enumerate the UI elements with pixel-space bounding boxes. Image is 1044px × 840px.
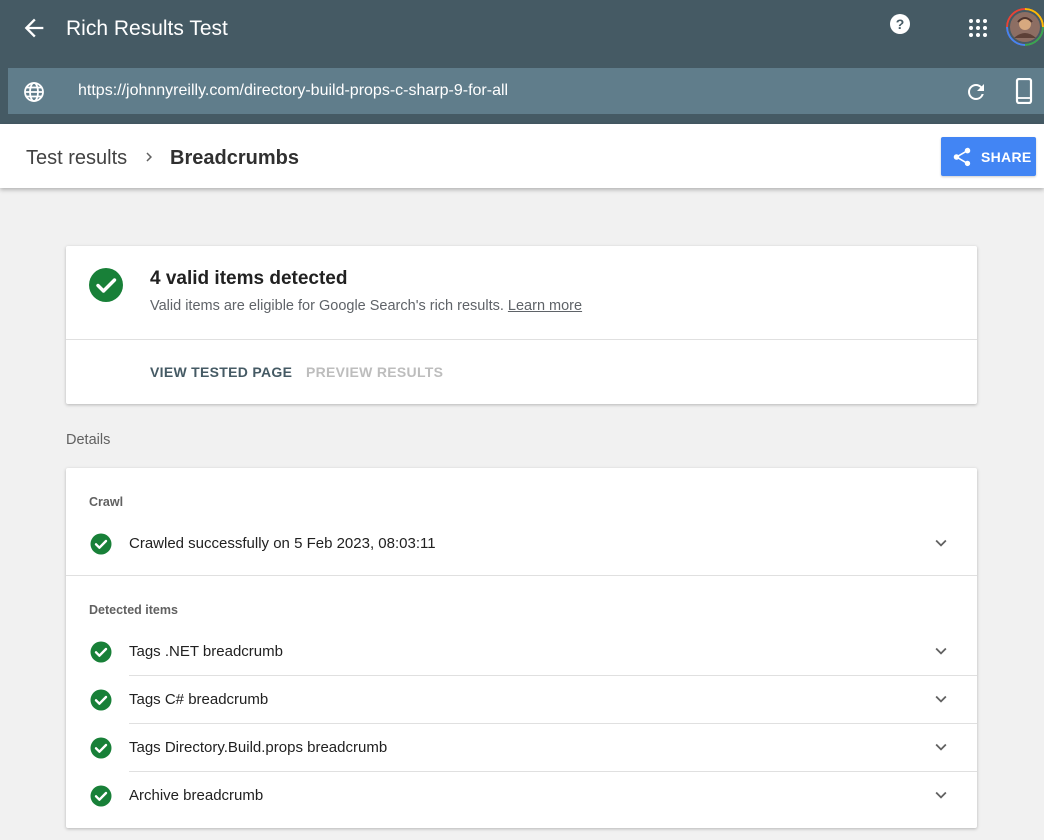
refresh-icon xyxy=(968,84,984,100)
crawl-status-text: Crawled successfully on 5 Feb 2023, 08:0… xyxy=(129,535,436,552)
divider xyxy=(66,339,977,340)
view-tested-page-button[interactable]: VIEW TESTED PAGE xyxy=(150,364,292,380)
tested-url[interactable]: https://johnnyreilly.com/directory-build… xyxy=(78,81,508,101)
account-avatar[interactable] xyxy=(1006,8,1044,46)
summary-title: 4 valid items detected xyxy=(150,268,348,289)
details-card: Crawl Crawled successfully on 5 Feb 2023… xyxy=(66,468,977,828)
detected-item-label: Archive breadcrumb xyxy=(129,787,264,804)
section-divider xyxy=(66,575,977,576)
crawl-section-label: Crawl xyxy=(89,495,124,509)
app-header: Rich Results Test ? https://johnnyreilly… xyxy=(0,0,1044,124)
avatar-icon xyxy=(1006,8,1044,46)
chevron-down-icon xyxy=(935,539,947,547)
help-button[interactable]: ? xyxy=(888,12,912,36)
smartphone-icon xyxy=(1015,77,1033,105)
url-bar: https://johnnyreilly.com/directory-build… xyxy=(8,68,1044,114)
detected-item-label: Tags C# breadcrumb xyxy=(129,691,269,708)
detected-item-row[interactable]: Archive breadcrumb xyxy=(66,772,977,820)
share-label: SHARE xyxy=(981,149,1032,165)
check-circle-icon xyxy=(90,533,112,555)
check-circle-icon xyxy=(90,641,112,663)
apps-grid-icon xyxy=(969,19,987,37)
title-row: Rich Results Test ? xyxy=(0,0,1044,58)
details-heading: Details xyxy=(66,432,111,448)
check-circle-icon xyxy=(90,737,112,759)
share-button[interactable]: SHARE xyxy=(941,137,1036,176)
detected-item-row[interactable]: Tags C# breadcrumb xyxy=(66,676,977,724)
detected-item-label: Tags .NET breadcrumb xyxy=(129,643,283,660)
detected-item-row[interactable]: Tags Directory.Build.props breadcrumb xyxy=(66,724,977,772)
check-circle-icon xyxy=(88,267,124,303)
app-title: Rich Results Test xyxy=(66,17,228,40)
detected-item-row[interactable]: Tags .NET breadcrumb xyxy=(66,628,977,676)
check-circle-icon xyxy=(90,785,112,807)
share-icon xyxy=(953,147,971,167)
svg-text:?: ? xyxy=(896,16,905,32)
back-button[interactable] xyxy=(20,14,48,42)
crawl-status-row[interactable]: Crawled successfully on 5 Feb 2023, 08:0… xyxy=(66,520,977,568)
chevron-down-icon xyxy=(935,647,947,655)
refresh-button[interactable] xyxy=(964,80,988,104)
chevron-down-icon xyxy=(935,743,947,751)
summary-card: 4 valid items detected Valid items are e… xyxy=(66,246,977,404)
device-toggle-button[interactable] xyxy=(1012,77,1036,105)
globe-icon xyxy=(22,80,46,104)
help-circle-icon: ? xyxy=(890,14,910,34)
summary-subtitle: Valid items are eligible for Google Sear… xyxy=(150,297,582,315)
check-circle-icon xyxy=(90,689,112,711)
breadcrumb: Test results Breadcrumbs SHARE xyxy=(0,124,1044,188)
summary-subtitle-text: Valid items are eligible for Google Sear… xyxy=(150,298,504,314)
preview-results-button[interactable]: PREVIEW RESULTS xyxy=(306,364,443,380)
chevron-down-icon xyxy=(935,695,947,703)
apps-button[interactable] xyxy=(966,16,990,40)
chevron-down-icon xyxy=(935,791,947,799)
detected-item-label: Tags Directory.Build.props breadcrumb xyxy=(129,739,388,756)
chevron-right-icon xyxy=(140,148,158,166)
learn-more-link[interactable]: Learn more xyxy=(508,298,582,314)
detected-items-label: Detected items xyxy=(89,603,178,617)
arrow-back-icon xyxy=(24,18,44,38)
breadcrumb-test-results[interactable]: Test results xyxy=(26,147,127,169)
breadcrumb-current-page: Breadcrumbs xyxy=(170,147,299,169)
